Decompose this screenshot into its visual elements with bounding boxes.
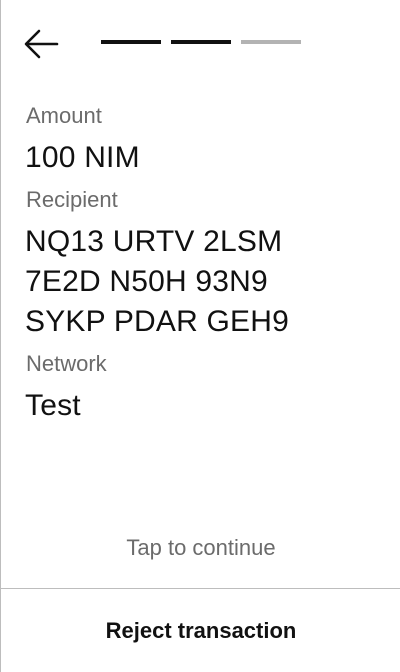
reject-transaction-button[interactable]: Reject transaction	[1, 589, 400, 672]
amount-label: Amount	[26, 103, 102, 128]
amount-value: 100 NIM	[25, 141, 140, 174]
tap-to-continue-hint[interactable]: Tap to continue	[1, 534, 400, 562]
step-progress-indicator	[101, 40, 301, 44]
network-value: Test	[25, 389, 81, 422]
progress-step	[171, 40, 231, 44]
progress-step	[241, 40, 301, 44]
recipient-label: Recipient	[26, 187, 118, 212]
arrow-left-icon	[23, 28, 59, 60]
transaction-confirm-screen: Amount 100 NIM Recipient NQ13 URTV 2LSM …	[0, 0, 400, 672]
recipient-address-line: SYKP PDAR GEH9	[25, 305, 290, 338]
network-label: Network	[26, 351, 107, 376]
back-button[interactable]	[23, 28, 59, 60]
recipient-address-line: 7E2D N50H 93N9	[25, 265, 268, 298]
recipient-address-line: NQ13 URTV 2LSM	[25, 225, 283, 258]
recipient-address: NQ13 URTV 2LSM 7E2D N50H 93N9 SYKP PDAR …	[25, 222, 289, 342]
progress-step	[101, 40, 161, 44]
